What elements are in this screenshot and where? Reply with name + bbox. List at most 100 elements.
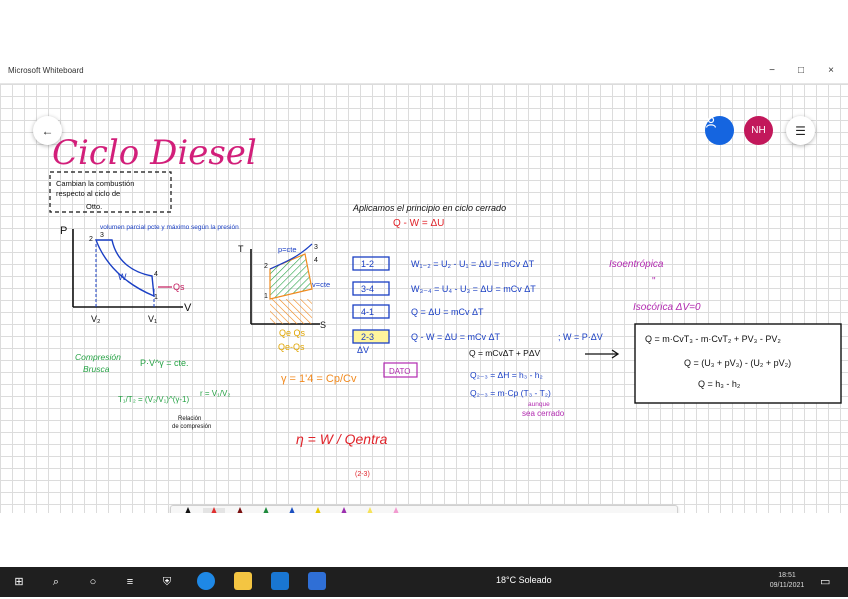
ts-point-2: 2 <box>264 263 268 270</box>
whiteboard-canvas[interactable]: Ciclo Diesel Cambian la combustión respe… <box>0 84 848 513</box>
pen-blue-tool[interactable] <box>281 507 303 513</box>
gamma-equation: γ = 1'4 = Cp/Cv <box>281 373 357 385</box>
whiteboard-window: Microsoft Whiteboard − □ × Ciclo Diesel … <box>0 59 848 597</box>
ts-curve-p: p=cte <box>278 245 297 254</box>
pv-label-v2: V₂ <box>91 314 101 324</box>
box-line-3: Q = h₃ - h₂ <box>698 379 741 389</box>
pen-yellow-tool[interactable] <box>307 507 329 513</box>
person-icon <box>705 116 717 128</box>
taskbar: ⊞ ⌕ ○ ≡ ⛨ 18°C Soleado 18:51 09/11/2021 ▭ <box>0 567 848 597</box>
title-bar: Microsoft Whiteboard − □ × <box>0 59 848 84</box>
pv-point-1: 1 <box>154 294 158 301</box>
compression-title-2: Brusca <box>83 364 110 374</box>
pen-darkred-tool[interactable] <box>229 507 251 513</box>
step-note-4: ; W = P·ΔV <box>558 332 603 342</box>
pv-cycle <box>94 239 155 298</box>
highlighter-pink-tool[interactable] <box>385 507 407 513</box>
hamburger-icon: ☰ <box>795 123 806 138</box>
enthalpy-line-1: Q₂₋₃ = ΔH = h₃ - h₂ <box>470 370 543 380</box>
enthalpy-note-1: aunque <box>528 401 550 408</box>
pv-point-2: 2 <box>89 236 93 243</box>
compression-ratio-eq: r = V₁/V₂ <box>200 389 230 398</box>
pen-purple-tool[interactable] <box>333 507 355 513</box>
share-user-button[interactable] <box>705 116 734 145</box>
pen-green-tool[interactable] <box>255 507 277 513</box>
security-icon[interactable]: ⛨ <box>158 574 176 590</box>
highlighter-yellow-tool[interactable] <box>359 507 381 513</box>
maximize-button[interactable]: □ <box>792 63 810 79</box>
board-title: Ciclo Diesel <box>52 133 257 173</box>
ink-layer: Ciclo Diesel Cambian la combustión respe… <box>49 133 842 478</box>
edge-icon[interactable] <box>197 572 215 590</box>
taskview-icon[interactable]: ○ <box>84 574 102 590</box>
principle-title: Aplicamos el principio en ciclo cerrado <box>352 203 506 213</box>
clock[interactable]: 18:51 09/11/2021 <box>765 571 809 591</box>
avatar[interactable]: NH <box>744 116 773 145</box>
window-title: Microsoft Whiteboard <box>8 66 84 75</box>
pv-label-w: W <box>118 272 127 282</box>
relation-label-1: Relación <box>178 416 201 422</box>
pv-diagram: P V volumen parcial pcte y máximo según … <box>60 224 239 324</box>
pv-annotation: volumen parcial pcte y máximo según la p… <box>100 224 239 231</box>
temperature-ratio-eq: T₁/T₂ = (V₂/V₁)^(γ-1) <box>118 395 189 404</box>
explorer-icon[interactable] <box>234 572 252 590</box>
widgets-icon[interactable]: ≡ <box>121 574 139 590</box>
menu-button[interactable]: ☰ <box>786 116 815 145</box>
step-tag-1: 1-2 <box>361 259 374 269</box>
clock-time: 18:51 <box>778 572 796 579</box>
step-note-2: " <box>652 276 656 287</box>
weather-widget[interactable]: 18°C Soleado <box>496 575 552 585</box>
enthalpy-note-2: sea cerrado <box>522 409 565 418</box>
pv-point-3: 3 <box>100 232 104 239</box>
pen-black-tool[interactable] <box>177 507 199 513</box>
box-line-2: Q = (U₃ + pV₃) - (U₂ + pV₂) <box>684 358 791 368</box>
step-eq-2: W₃₋₄ = U₄ - U₃ = ΔU = mCv ΔT <box>411 284 536 294</box>
pv-axis-v-label: V <box>184 302 192 314</box>
step-eq-1: W₁₋₂ = U₂ - U₁ = ΔU = mCv ΔT <box>411 259 535 269</box>
ts-diagram: T S p=cte v=cte 2 3 4 1 Qe Qs Qe-Qs <box>238 243 330 352</box>
step-tag-3: 4-1 <box>361 307 374 317</box>
ts-point-4: 4 <box>314 257 318 264</box>
ts-label-qe-qs: Qe Qs <box>279 328 306 338</box>
search-icon[interactable]: ⌕ <box>47 574 65 590</box>
enthalpy-line-2: Q₂₋₃ = m·Cp (T₃ - T₂) <box>470 388 551 398</box>
step-note-3: Isocórica ΔV=0 <box>633 302 701 313</box>
box-line-1: Q = m·CvT₃ - m·CvT₂ + PV₃ - PV₂ <box>645 334 781 344</box>
notifications-icon[interactable]: ▭ <box>820 574 830 590</box>
efficiency-subscript: (2-3) <box>355 471 370 478</box>
dato-label: DATO <box>389 367 410 376</box>
step-eq-4: Q - W = ΔU = mCv ΔT <box>411 332 501 342</box>
ts-label-qe-minus-qs: Qe-Qs <box>278 342 305 352</box>
start-icon[interactable]: ⊞ <box>10 574 28 590</box>
app: Microsoft Whiteboard − □ × Ciclo Diesel … <box>0 0 848 599</box>
close-button[interactable]: × <box>822 63 840 79</box>
pv-point-4: 4 <box>154 271 158 278</box>
pv-axis-p-label: P <box>60 225 67 237</box>
arrow-left-icon: ← <box>41 123 54 138</box>
whiteboard-icon[interactable] <box>308 572 326 590</box>
note-line-1: Cambian la combustión <box>56 179 134 188</box>
note-line-2: respecto al ciclo de <box>56 189 120 198</box>
step-tag-4: 2-3 <box>361 332 374 342</box>
pv-label-v1: V₁ <box>148 314 157 324</box>
back-button[interactable]: ← <box>33 116 62 145</box>
clock-date: 09/11/2021 <box>769 582 805 589</box>
pen-tray: ⊡◌A☐▣⊞↶↷ <box>170 505 678 513</box>
mail-icon[interactable] <box>271 572 289 590</box>
pv-label-qs: Qs <box>173 282 185 292</box>
efficiency-equation: η = W / Qentra <box>296 431 388 447</box>
minimize-button[interactable]: − <box>763 63 781 79</box>
q-expansion: Q = mCvΔT + PΔV <box>469 348 541 358</box>
ts-point-1: 1 <box>264 293 268 300</box>
compression-title-1: Compresión <box>75 352 121 362</box>
ts-axis-t-label: T <box>238 244 244 254</box>
ts-point-3: 3 <box>314 244 318 251</box>
avatar-initials: NH <box>751 125 766 136</box>
step-note-1: Isoentrópica <box>609 259 664 270</box>
ts-axis-s-label: S <box>320 320 326 330</box>
compression-eq: P·V^γ = cte. <box>140 358 189 368</box>
step-tag-2: 3-4 <box>361 284 374 294</box>
delta-v-label: ΔV <box>357 345 369 355</box>
pen-red-tool[interactable] <box>203 507 225 513</box>
principle-equation: Q - W = ΔU <box>393 218 444 229</box>
